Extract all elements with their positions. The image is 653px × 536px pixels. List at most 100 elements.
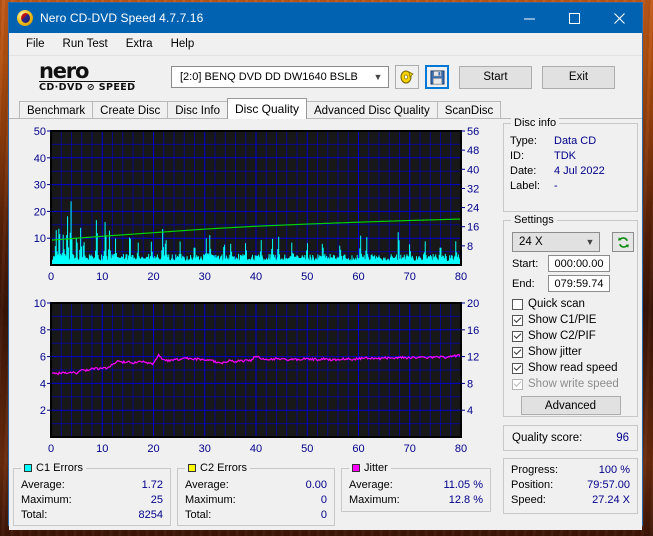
- stat-row: Maximum: 0: [178, 493, 334, 508]
- position-key: Position:: [511, 479, 554, 491]
- stat-panel-c2-errors-title: C2 Errors: [185, 462, 251, 474]
- chevron-down-icon: ▼: [585, 237, 595, 247]
- stat-panel-jitter: Jitter Average: 11.05 % Maximum: 12.8 %: [341, 462, 491, 512]
- stat-value: 8254: [138, 509, 163, 521]
- drive-select-value: [2:0] BENQ DVD DD DW1640 BSLB: [180, 71, 358, 83]
- drive-select[interactable]: [2:0] BENQ DVD DD DW1640 BSLB ▼: [171, 66, 389, 88]
- svg-text:32: 32: [467, 183, 479, 195]
- floppy-save-icon[interactable]: [425, 65, 449, 89]
- checkbox-box: [512, 298, 523, 310]
- disc-info-key: Type:: [510, 135, 537, 147]
- svg-text:8: 8: [467, 241, 473, 253]
- stat-key: Total:: [21, 509, 48, 521]
- stat-key: Average:: [349, 479, 393, 491]
- exit-button[interactable]: Exit: [542, 65, 615, 89]
- svg-text:48: 48: [467, 145, 479, 157]
- speed-value: 27.24 X: [592, 494, 630, 506]
- svg-text:8: 8: [467, 378, 473, 390]
- svg-text:40: 40: [250, 271, 262, 283]
- minimize-icon[interactable]: [507, 3, 552, 33]
- stat-row: Total: 0: [178, 508, 334, 523]
- stat-value: 11.05 %: [443, 479, 483, 491]
- checkbox-show-c1-pie[interactable]: Show C1/PIE: [504, 312, 637, 328]
- svg-text:16: 16: [467, 325, 479, 337]
- end-input[interactable]: 079:59.74: [548, 275, 610, 292]
- checkbox-label: Show write speed: [528, 378, 619, 390]
- svg-text:30: 30: [34, 180, 46, 192]
- checkbox-label: Show C2/PIF: [528, 330, 596, 342]
- disc-info-row: Type: Data CD: [504, 134, 637, 149]
- tab-disc-quality[interactable]: Disc Quality: [227, 98, 308, 119]
- menu-item-file[interactable]: File: [17, 36, 54, 52]
- stat-panel-c1-errors-title: C1 Errors: [21, 462, 87, 474]
- side-panel: Disc info Type: Data CD ID: TDK Date: 4 Jul…: [503, 117, 638, 526]
- tab-benchmark[interactable]: Benchmark: [19, 101, 94, 119]
- stats-panels: C1 Errors Average: 1.72 Maximum: 25 Total:…: [13, 462, 499, 526]
- logo-subtitle: CD·DVD ⊘ SPEED: [39, 80, 136, 93]
- stat-key: Maximum:: [349, 494, 400, 506]
- checkbox-label: Show jitter: [528, 346, 582, 358]
- tab-content-disc-quality: 10 20 30 40 50 8 16 24 32 40 48 56 0 10 20 30 40 50 60 70 80…: [9, 117, 642, 530]
- menu-item-extra[interactable]: Extra: [117, 36, 162, 52]
- svg-text:70: 70: [404, 271, 416, 283]
- svg-text:10: 10: [96, 443, 108, 455]
- disc-info-row: ID: TDK: [504, 149, 637, 164]
- svg-text:20: 20: [467, 298, 479, 310]
- tab-advanced-disc-quality[interactable]: Advanced Disc Quality: [306, 101, 438, 119]
- svg-text:8: 8: [40, 325, 46, 337]
- refresh-icon[interactable]: [612, 232, 634, 252]
- svg-text:12: 12: [467, 352, 479, 364]
- stat-row: Total: 8254: [14, 508, 170, 523]
- legend-swatch-jitter: [352, 464, 360, 472]
- start-button[interactable]: Start: [459, 65, 532, 89]
- disc-info-value: 4 Jul 2022: [554, 165, 605, 177]
- menu-item-run-test[interactable]: Run Test: [54, 36, 117, 52]
- checkbox-quick-scan[interactable]: Quick scan: [504, 296, 637, 312]
- svg-text:20: 20: [147, 443, 159, 455]
- svg-text:4: 4: [40, 378, 46, 390]
- progress-group: Progress: 100 % Position: 79:57.00 Speed: 2…: [503, 458, 638, 514]
- checkbox-box: [512, 330, 523, 342]
- disc-eject-icon[interactable]: [395, 65, 419, 89]
- svg-text:40: 40: [34, 153, 46, 165]
- legend-swatch-c2: [188, 464, 196, 472]
- speed-select[interactable]: 24 X ▼: [512, 232, 600, 252]
- stat-row: Maximum: 12.8 %: [342, 493, 490, 508]
- settings-title: Settings: [511, 214, 557, 226]
- close-icon[interactable]: [597, 3, 642, 33]
- checkbox-show-read-speed[interactable]: Show read speed: [504, 360, 637, 376]
- svg-text:50: 50: [301, 443, 313, 455]
- quality-score-value: 96: [616, 432, 629, 444]
- stat-value: 1.72: [141, 479, 163, 491]
- window-title: Nero CD-DVD Speed 4.7.7.16: [40, 11, 204, 25]
- tab-disc-info[interactable]: Disc Info: [167, 101, 228, 119]
- charts-column: 10 20 30 40 50 8 16 24 32 40 48 56 0 10 20 30 40 50 60 70 80…: [13, 123, 499, 526]
- speed-select-value: 24 X: [519, 236, 543, 248]
- speed-row: Speed: 27.24 X: [504, 493, 637, 508]
- svg-text:10: 10: [96, 271, 108, 283]
- disc-info-key: Date:: [510, 165, 537, 177]
- checkbox-box: [512, 362, 523, 374]
- position-value: 79:57.00: [587, 479, 630, 491]
- svg-text:80: 80: [455, 271, 467, 283]
- checkbox-box: [512, 378, 523, 390]
- checkbox-show-jitter[interactable]: Show jitter: [504, 344, 637, 360]
- tab-create-disc[interactable]: Create Disc: [92, 101, 169, 119]
- stat-row: Maximum: 25: [14, 493, 170, 508]
- svg-text:6: 6: [40, 352, 46, 364]
- stat-value: 12.8 %: [448, 494, 483, 506]
- maximize-icon[interactable]: [552, 3, 597, 33]
- tab-scandisc[interactable]: ScanDisc: [436, 101, 502, 119]
- menu-item-help[interactable]: Help: [162, 36, 204, 52]
- end-field-row: End: 079:59.74: [504, 275, 637, 292]
- checkbox-show-c2-pif[interactable]: Show C2/PIF: [504, 328, 637, 344]
- stat-value: 0: [320, 509, 327, 521]
- logo-wordmark: nero: [39, 58, 89, 83]
- checkbox-box: [512, 346, 523, 358]
- start-input[interactable]: 000:00.00: [548, 255, 610, 272]
- stat-panel-jitter-label: Jitter: [364, 462, 388, 474]
- svg-text:50: 50: [301, 271, 313, 283]
- toolbar: nero CD·DVD ⊘ SPEED [2:0] BENQ DVD DD DW…: [9, 56, 642, 98]
- advanced-button[interactable]: Advanced: [520, 396, 621, 415]
- disc-info-key: ID:: [510, 150, 525, 162]
